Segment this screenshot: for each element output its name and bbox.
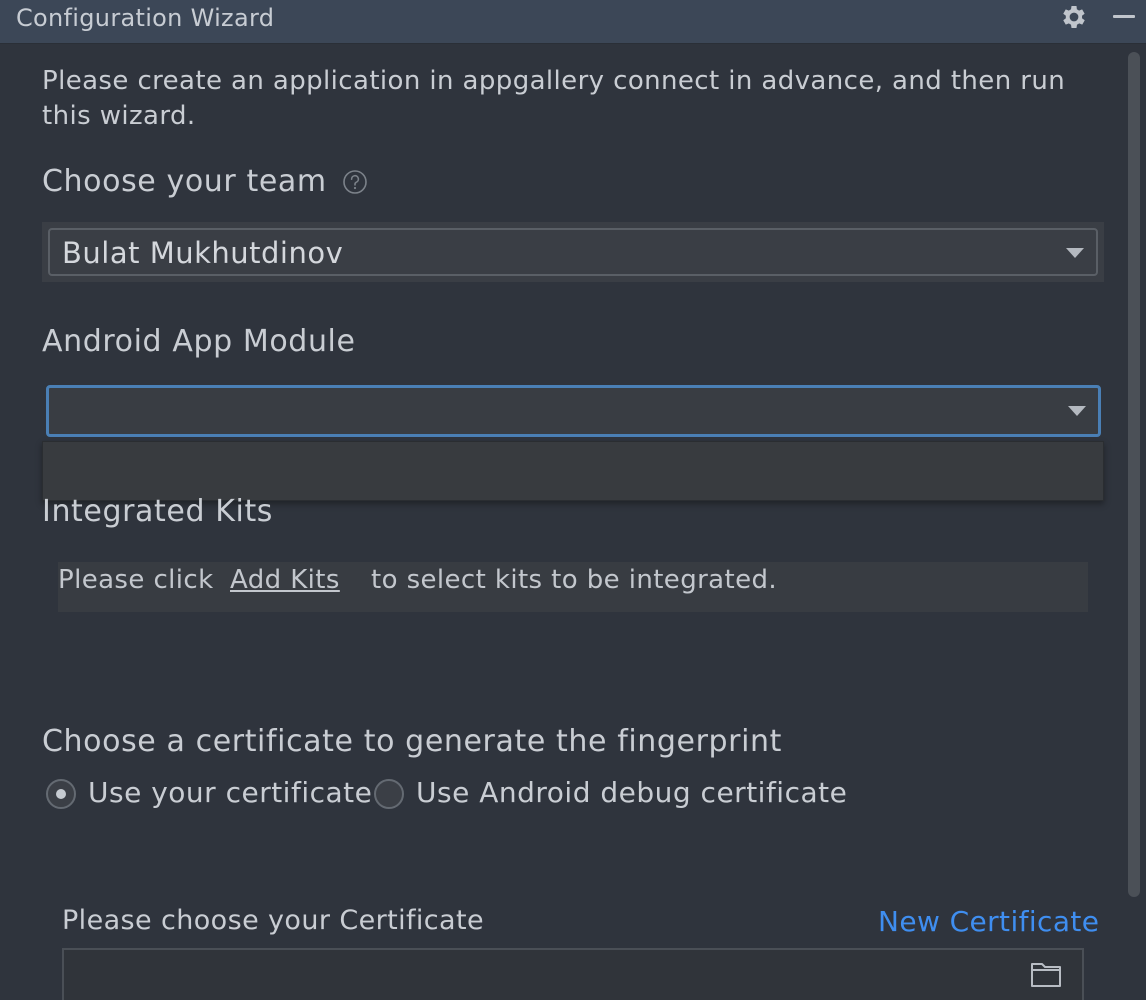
intro-text: Please create an application in appgalle… [42, 66, 1066, 131]
certificate-path-field[interactable] [62, 948, 1084, 1000]
module-dropdown[interactable] [46, 385, 1101, 437]
chevron-down-icon[interactable] [1068, 406, 1086, 416]
window-title: Configuration Wizard [16, 4, 275, 32]
kits-box: Please click Add Kits to select kits to … [58, 562, 1088, 612]
new-certificate-link[interactable]: New Certificate [878, 905, 1099, 938]
minimize-icon[interactable] [1113, 15, 1135, 18]
certificate-label: Choose a certificate to generate the fin… [42, 724, 783, 759]
module-dropdown-list[interactable] [42, 441, 1104, 501]
chevron-down-icon[interactable] [1066, 248, 1084, 258]
use-your-certificate-label[interactable]: Use your certificate [88, 776, 372, 809]
gear-icon[interactable] [1059, 2, 1089, 32]
use-your-certificate-radio[interactable] [46, 779, 76, 809]
use-debug-certificate-label[interactable]: Use Android debug certificate [416, 776, 847, 809]
team-selected-value: Bulat Mukhutdinov [62, 236, 344, 270]
add-kits-link[interactable]: Add Kits [230, 565, 340, 595]
question-circle-icon[interactable] [342, 169, 368, 195]
kits-text-before: Please click [58, 565, 214, 595]
kits-text-after: to select kits to be integrated. [371, 565, 778, 595]
use-debug-certificate-radio[interactable] [374, 779, 404, 809]
configuration-wizard-panel: Configuration Wizard Please create an ap… [0, 0, 1146, 1000]
title-bar: Configuration Wizard [0, 0, 1146, 44]
team-combo-container: Bulat Mukhutdinov [42, 222, 1104, 282]
team-dropdown[interactable]: Bulat Mukhutdinov [48, 228, 1098, 276]
team-label: Choose your team [42, 164, 327, 199]
folder-icon[interactable] [1030, 960, 1062, 988]
vertical-scrollbar[interactable] [1128, 52, 1140, 897]
choose-certificate-label: Please choose your Certificate [62, 905, 484, 936]
kits-label: Integrated Kits [42, 494, 274, 529]
module-label: Android App Module [42, 324, 356, 359]
